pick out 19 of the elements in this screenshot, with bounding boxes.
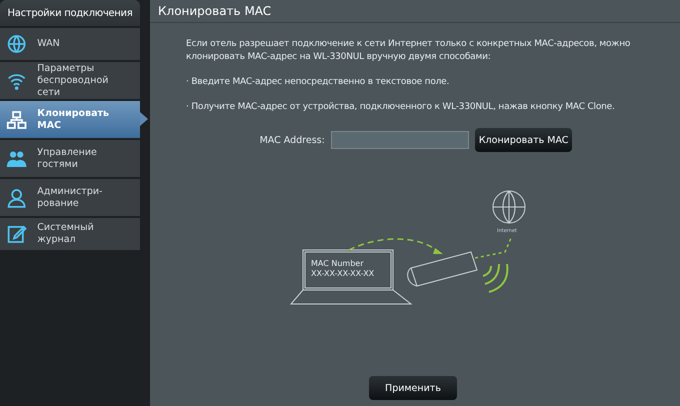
sidebar-item[interactable]: Управление гостями bbox=[0, 140, 140, 177]
sidebar-item[interactable]: Администри-рование bbox=[0, 179, 140, 216]
clone-mac-button[interactable]: Клонировать MAC bbox=[474, 128, 572, 152]
description-text: · Получите MAC-адрес от устройства, подключенного к WL-330NUL, нажав кнопку MAC Clone. bbox=[186, 101, 616, 114]
mac-address-label: MAC Address: bbox=[260, 134, 325, 146]
description-text: · Введите MAC-адрес непосредственно в текстовое поле. bbox=[186, 76, 450, 89]
edit-icon bbox=[6, 223, 28, 245]
sidebar-title: Настройки подключения bbox=[0, 0, 140, 26]
network-icon bbox=[6, 108, 28, 130]
sidebar-item[interactable]: Системный журнал bbox=[0, 218, 140, 250]
sidebar-item[interactable]: WAN bbox=[0, 28, 140, 60]
apply-button[interactable]: Применить bbox=[369, 376, 457, 400]
sidebar-item[interactable]: Параметры беспроводной сети bbox=[0, 62, 140, 99]
mac-address-field[interactable] bbox=[330, 131, 469, 149]
globe-icon bbox=[6, 33, 28, 55]
page-title: Клонировать MAC bbox=[150, 0, 680, 23]
user-icon bbox=[6, 186, 28, 208]
description-text: Если отель разрешает подключение к сети Интернет только с конкретных MAC-адресов, можно клонировать MAC-адрес на WL-330NUL вручную двумя способами: bbox=[186, 38, 632, 64]
sidebar-item[interactable]: Клонировать MAC bbox=[0, 101, 140, 138]
